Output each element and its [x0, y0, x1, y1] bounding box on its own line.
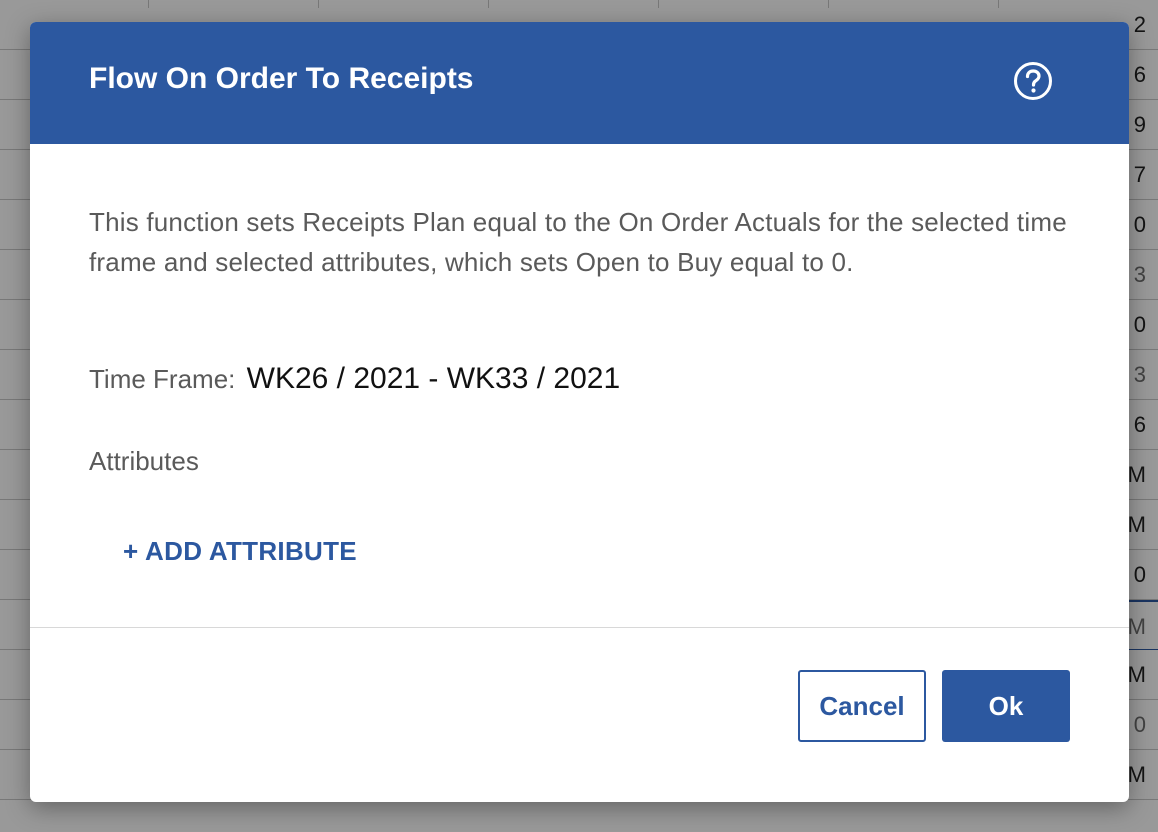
- time-frame-label: Time Frame:: [89, 364, 236, 394]
- dialog-body: This function sets Receipts Plan equal t…: [30, 144, 1129, 627]
- ok-button[interactable]: Ok: [942, 670, 1070, 742]
- time-frame-value: WK26 / 2021 - WK33 / 2021: [246, 362, 621, 395]
- add-attribute-button[interactable]: + ADD ATTRIBUTE: [123, 536, 357, 567]
- dialog-title: Flow On Order To Receipts: [89, 62, 474, 95]
- flow-on-order-dialog: Flow On Order To Receipts This function …: [30, 22, 1129, 802]
- cancel-button[interactable]: Cancel: [798, 670, 926, 742]
- attributes-label: Attributes: [89, 446, 199, 476]
- time-frame: Time Frame: WK26 / 2021 - WK33 / 2021: [89, 362, 620, 396]
- question-circle-icon[interactable]: [1013, 61, 1053, 101]
- dialog-description: This function sets Receipts Plan equal t…: [89, 207, 1067, 277]
- footer-divider: [30, 627, 1129, 628]
- dialog-header: Flow On Order To Receipts: [30, 22, 1129, 144]
